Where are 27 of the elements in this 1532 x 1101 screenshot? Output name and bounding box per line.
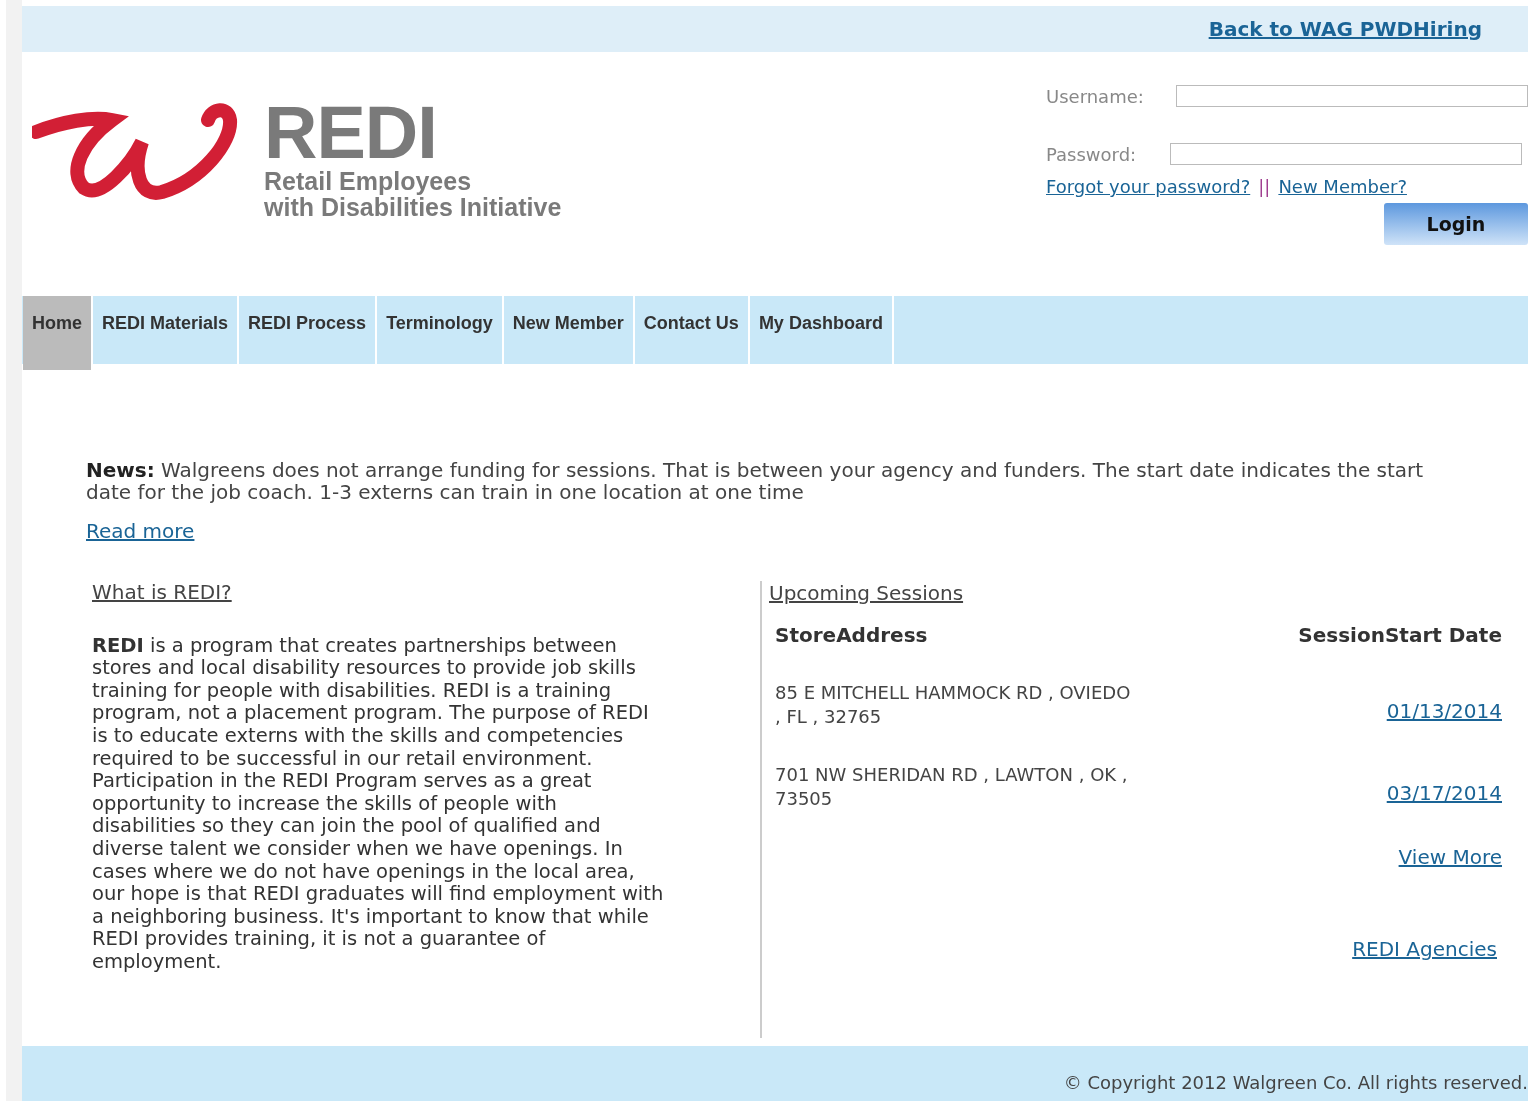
copyright-text: © Copyright 2012 Walgreen Co. All rights reserved.: [1063, 1072, 1528, 1093]
logo-title: REDI: [264, 98, 437, 168]
logo-subtitle: Retail Employees: [264, 168, 473, 194]
username-field[interactable]: [1176, 85, 1528, 107]
forgot-password-link[interactable]: Forgot your password?: [1046, 176, 1251, 197]
store-address: 85 E MITCHELL HAMMOCK RD , OVIEDO , FL , 32765: [775, 681, 1132, 729]
username-label: Username:: [1046, 85, 1144, 107]
about-paragraph: REDI is a program that creates partnerships between stores and local disability resources to provide job skills training for people with disabilities. REDI is a training program, not a placement program. The purpose of REDI is to educate externs with the skills and competencies required to be successful in our retail environment. Participation in the REDI Program serves as a great opportunity to increase the skills of people with disabilities so they can join the pool of qualified and diverse talent we consider when we have openings. In cases where we do not have openings in the local area, our hope is that REDI graduates will find employment with a neighboring business. It's important to know that while REDI provides training, it is not a guarantee of employment.: [92, 634, 664, 974]
new-member-link[interactable]: New Member?: [1278, 176, 1407, 197]
session-date-link[interactable]: 01/13/2014: [1386, 699, 1502, 723]
section-heading: What is REDI?: [92, 581, 232, 604]
agencies-link[interactable]: REDI Agencies: [1352, 937, 1497, 961]
password-field[interactable]: [1170, 143, 1522, 165]
separator: ||: [1258, 176, 1271, 197]
section-heading: Upcoming Sessions: [769, 581, 964, 605]
column-header: StoreAddress: [775, 623, 928, 647]
store-address: 701 NW SHERIDAN RD , LAWTON , OK , 73505: [775, 763, 1129, 811]
password-label: Password:: [1046, 143, 1137, 165]
logo-subtitle: with Disabilities Initiative: [264, 194, 562, 220]
nav-tab[interactable]: Home: [23, 296, 93, 370]
session-date-link[interactable]: 03/17/2014: [1386, 781, 1502, 805]
view-more-link[interactable]: View More: [1398, 845, 1502, 869]
read-more-link[interactable]: Read more: [86, 519, 195, 543]
column-header: SessionStart Date: [1298, 623, 1502, 647]
back-link[interactable]: Back to WAG PWDHiring: [1208, 17, 1482, 41]
news-text: News: Walgreens does not arrange funding for sessions. That is between your agency and funders. The start date indicates the start date for the job coach. 1-3 externs can train in one location at one time: [86, 459, 1425, 503]
login-button[interactable]: Login: [1384, 203, 1528, 245]
